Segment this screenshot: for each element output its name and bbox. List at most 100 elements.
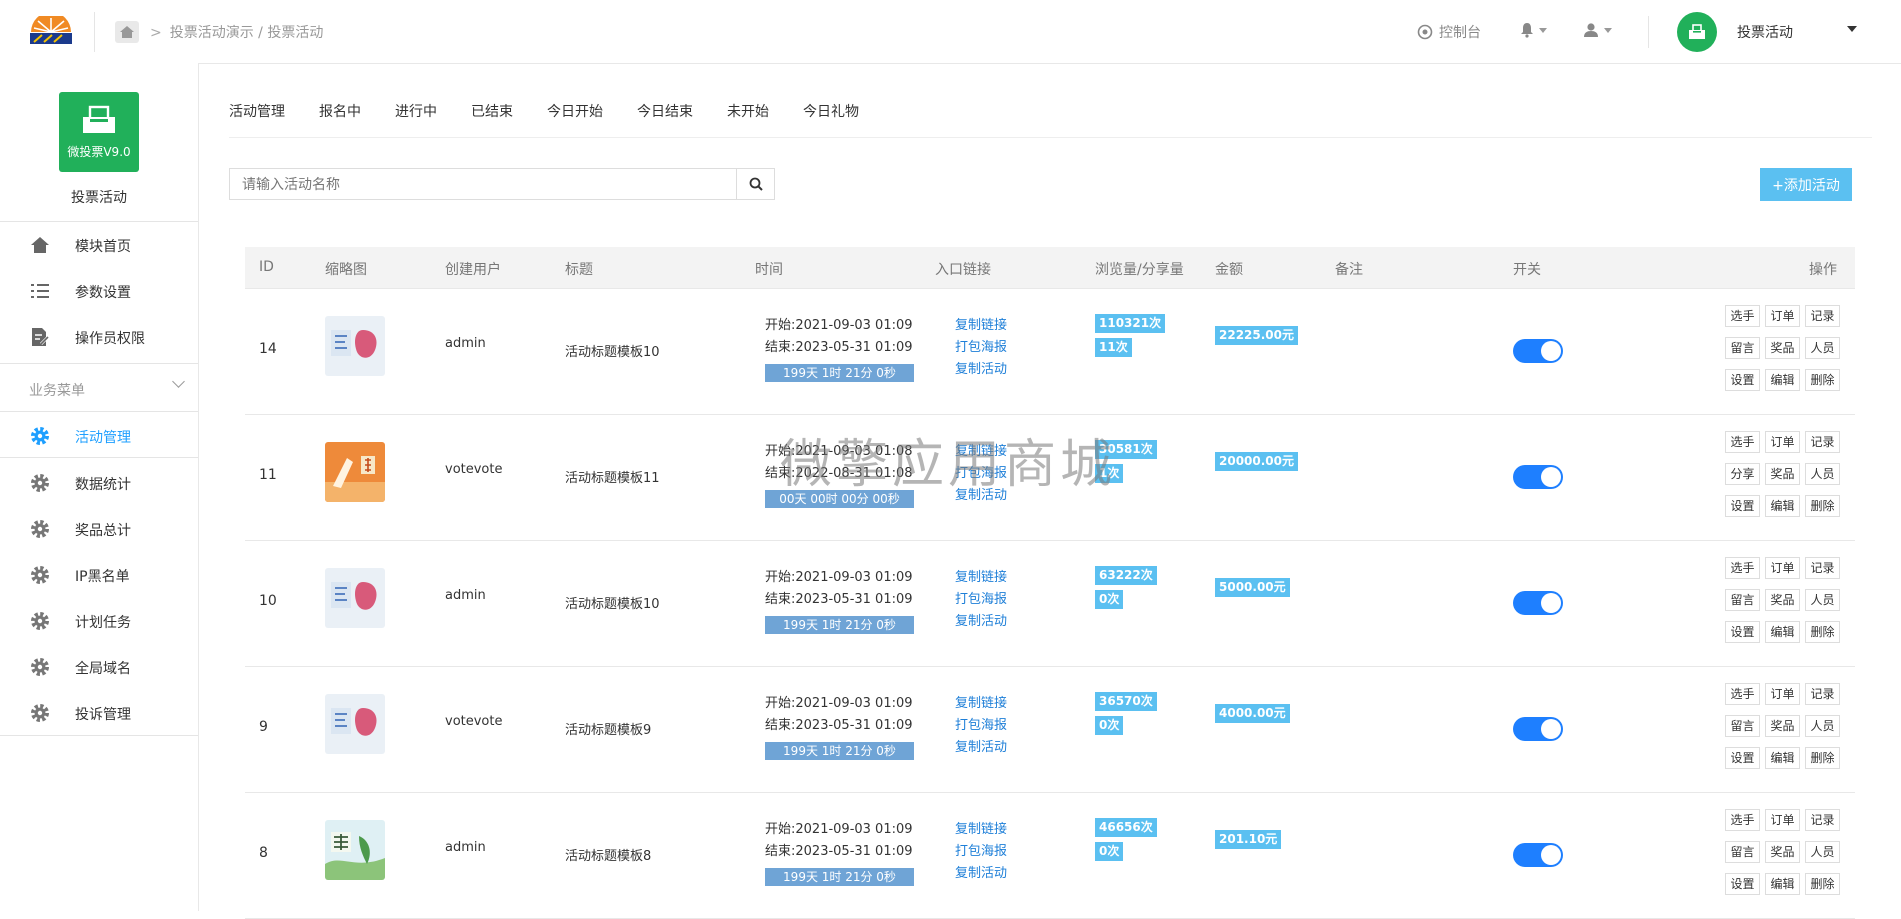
- action-button[interactable]: 奖品: [1765, 589, 1800, 611]
- activity-thumbnail[interactable]: [325, 568, 385, 628]
- tab-starting-today[interactable]: 今日开始: [547, 101, 603, 121]
- sidebar-item-activity-management[interactable]: 活动管理: [0, 416, 198, 456]
- action-button[interactable]: 人员: [1805, 589, 1840, 611]
- activity-toggle[interactable]: [1513, 339, 1563, 363]
- copy-link[interactable]: 复制链接: [955, 314, 1007, 333]
- action-button[interactable]: 编辑: [1765, 369, 1800, 391]
- sidebar-item-module-home[interactable]: 模块首页: [0, 225, 198, 265]
- home-button[interactable]: [115, 21, 139, 43]
- notifications-dropdown[interactable]: [1520, 22, 1547, 38]
- action-button[interactable]: 设置: [1725, 369, 1760, 391]
- package-poster-link[interactable]: 打包海报: [955, 588, 1007, 607]
- action-button[interactable]: 编辑: [1765, 873, 1800, 895]
- activity-toggle[interactable]: [1513, 591, 1563, 615]
- activity-toggle[interactable]: [1513, 717, 1563, 741]
- package-poster-link[interactable]: 打包海报: [955, 462, 1007, 481]
- action-button[interactable]: 删除: [1805, 873, 1840, 895]
- action-button[interactable]: 删除: [1805, 621, 1840, 643]
- sidebar-item-data-statistics[interactable]: 数据统计: [0, 463, 198, 503]
- user-dropdown[interactable]: [1583, 22, 1612, 38]
- action-button[interactable]: 设置: [1725, 495, 1760, 517]
- action-button[interactable]: 设置: [1725, 747, 1760, 769]
- action-button[interactable]: 订单: [1765, 809, 1800, 831]
- action-button[interactable]: 编辑: [1765, 747, 1800, 769]
- action-button[interactable]: 删除: [1805, 495, 1840, 517]
- copy-activity-link[interactable]: 复制活动: [955, 736, 1007, 755]
- action-button[interactable]: 留言: [1725, 841, 1760, 863]
- activity-toggle[interactable]: [1513, 843, 1563, 867]
- tab-ending-today[interactable]: 今日结束: [637, 101, 693, 121]
- activity-thumbnail[interactable]: [325, 694, 385, 754]
- chevron-down-icon[interactable]: [1847, 26, 1857, 32]
- package-poster-link[interactable]: 打包海报: [955, 840, 1007, 859]
- tab-gifts-today[interactable]: 今日礼物: [803, 101, 859, 121]
- sidebar-item-parameter-settings[interactable]: 参数设置: [0, 271, 198, 311]
- action-button[interactable]: 奖品: [1765, 463, 1800, 485]
- action-button[interactable]: 人员: [1805, 463, 1840, 485]
- copy-activity-link[interactable]: 复制活动: [955, 358, 1007, 377]
- action-button[interactable]: 记录: [1805, 557, 1840, 579]
- action-button[interactable]: 编辑: [1765, 621, 1800, 643]
- action-button[interactable]: 选手: [1725, 557, 1760, 579]
- action-button[interactable]: 奖品: [1765, 841, 1800, 863]
- copy-link[interactable]: 复制链接: [955, 440, 1007, 459]
- action-button[interactable]: 编辑: [1765, 495, 1800, 517]
- action-button[interactable]: 留言: [1725, 715, 1760, 737]
- activity-thumbnail[interactable]: [325, 820, 385, 880]
- tab-in-progress[interactable]: 进行中: [395, 101, 437, 121]
- action-button[interactable]: 记录: [1805, 683, 1840, 705]
- sidebar-item-operator-permissions[interactable]: 操作员权限: [0, 317, 198, 357]
- activity-thumbnail[interactable]: [325, 316, 385, 376]
- account-name[interactable]: 投票活动: [1737, 22, 1793, 42]
- action-button[interactable]: 订单: [1765, 305, 1800, 327]
- tab-activity-management[interactable]: 活动管理: [229, 101, 285, 121]
- activity-toggle[interactable]: [1513, 465, 1563, 489]
- action-button[interactable]: 订单: [1765, 431, 1800, 453]
- sidebar-item-scheduled-tasks[interactable]: 计划任务: [0, 601, 198, 641]
- action-button[interactable]: 设置: [1725, 621, 1760, 643]
- copy-activity-link[interactable]: 复制活动: [955, 610, 1007, 629]
- action-button[interactable]: 删除: [1805, 747, 1840, 769]
- action-button[interactable]: 留言: [1725, 589, 1760, 611]
- action-button[interactable]: 记录: [1805, 305, 1840, 327]
- tab-ended[interactable]: 已结束: [471, 101, 513, 121]
- breadcrumb[interactable]: > 投票活动演示 / 投票活动: [150, 22, 323, 42]
- action-button[interactable]: 分享: [1725, 463, 1760, 485]
- package-poster-link[interactable]: 打包海报: [955, 714, 1007, 733]
- copy-activity-link[interactable]: 复制活动: [955, 862, 1007, 881]
- tab-not-started[interactable]: 未开始: [727, 101, 769, 121]
- action-button[interactable]: 记录: [1805, 809, 1840, 831]
- action-button[interactable]: 选手: [1725, 431, 1760, 453]
- copy-link[interactable]: 复制链接: [955, 566, 1007, 585]
- package-poster-link[interactable]: 打包海报: [955, 336, 1007, 355]
- action-button[interactable]: 留言: [1725, 337, 1760, 359]
- action-button[interactable]: 选手: [1725, 683, 1760, 705]
- copy-link[interactable]: 复制链接: [955, 818, 1007, 837]
- action-button[interactable]: 选手: [1725, 809, 1760, 831]
- action-button[interactable]: 设置: [1725, 873, 1760, 895]
- action-button[interactable]: 奖品: [1765, 337, 1800, 359]
- search-button[interactable]: [736, 169, 774, 199]
- sidebar-item-prize-totals[interactable]: 奖品总计: [0, 509, 198, 549]
- action-button[interactable]: 人员: [1805, 715, 1840, 737]
- action-button[interactable]: 奖品: [1765, 715, 1800, 737]
- sidebar-item-complaint-management[interactable]: 投诉管理: [0, 693, 198, 733]
- avatar[interactable]: [1677, 12, 1717, 52]
- tab-registering[interactable]: 报名中: [319, 101, 361, 121]
- action-button[interactable]: 人员: [1805, 841, 1840, 863]
- add-activity-button[interactable]: +添加活动: [1760, 168, 1852, 201]
- action-button[interactable]: 删除: [1805, 369, 1840, 391]
- action-button[interactable]: 订单: [1765, 683, 1800, 705]
- console-link[interactable]: 控制台: [1417, 22, 1481, 42]
- action-button[interactable]: 记录: [1805, 431, 1840, 453]
- search-input[interactable]: [230, 169, 724, 201]
- action-button[interactable]: 人员: [1805, 337, 1840, 359]
- sidebar-item-global-domain[interactable]: 全局域名: [0, 647, 198, 687]
- copy-activity-link[interactable]: 复制活动: [955, 484, 1007, 503]
- activity-thumbnail[interactable]: [325, 442, 385, 502]
- sidebar-group-label[interactable]: 业务菜单: [29, 380, 85, 400]
- copy-link[interactable]: 复制链接: [955, 692, 1007, 711]
- sidebar-item-ip-blacklist[interactable]: IP黑名单: [0, 555, 198, 595]
- action-button[interactable]: 订单: [1765, 557, 1800, 579]
- chevron-down-icon[interactable]: [172, 375, 185, 388]
